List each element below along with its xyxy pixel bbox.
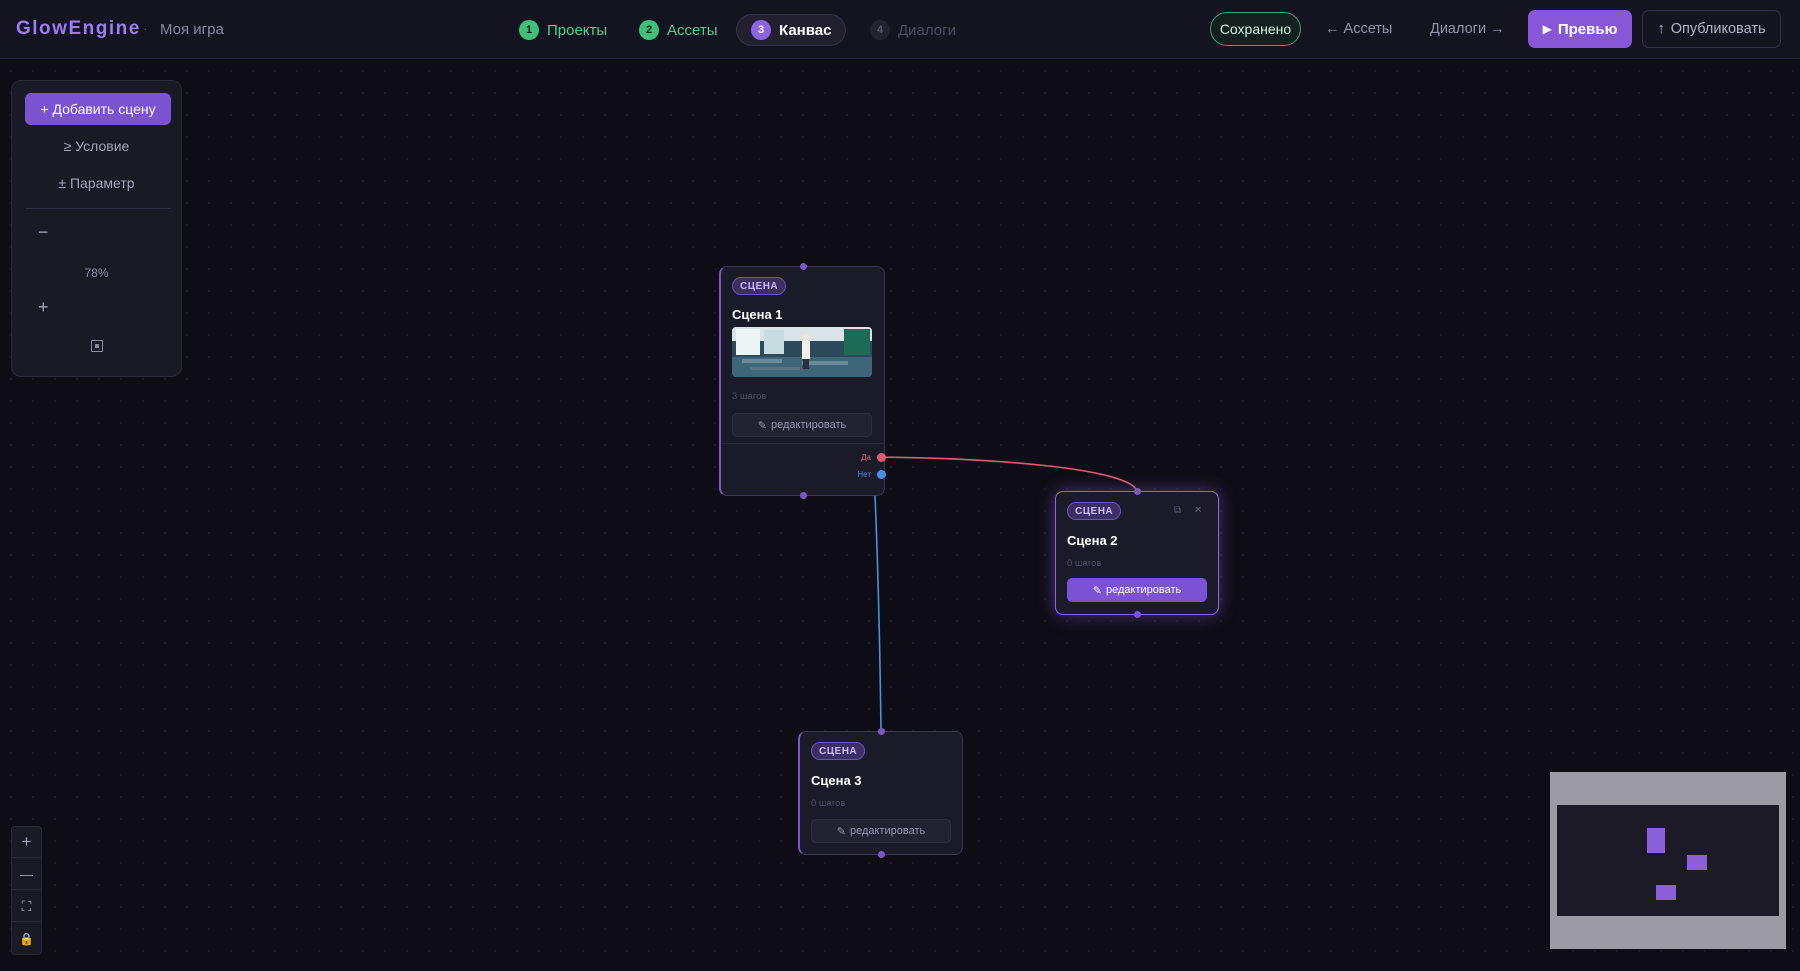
scene-steps-count: 0 шагов: [811, 798, 846, 809]
scene-thumbnail: [732, 327, 872, 377]
zoom-out-button[interactable]: —: [12, 859, 41, 890]
zoom-in-button[interactable]: +: [12, 827, 41, 858]
minimap-node: [1656, 885, 1676, 900]
output-port[interactable]: [800, 492, 807, 499]
preview-label: Превью: [1557, 20, 1618, 38]
edit-scene-button[interactable]: ✎ редактировать: [811, 819, 951, 843]
edit-label: редактировать: [849, 825, 926, 837]
step-label: Проекты: [547, 21, 608, 39]
scene-badge: СЦЕНА: [732, 277, 787, 295]
step-number: 3: [751, 20, 771, 40]
scene-steps-count: 3 шагов: [732, 391, 767, 402]
next-to-dialogs-link[interactable]: Диалоги →: [1430, 21, 1505, 37]
upload-icon: ↑: [1657, 21, 1665, 37]
edit-scene-button[interactable]: ✎ редактировать: [1067, 578, 1207, 602]
step-label: Канвас: [779, 21, 832, 39]
copy-icon[interactable]: ⧉: [1174, 505, 1181, 516]
step-projects[interactable]: 1 Проекты: [505, 14, 621, 46]
output-yes[interactable]: Да: [861, 453, 886, 462]
step-dialogs: 4 Диалоги: [856, 14, 970, 46]
step-label: Ассеты: [667, 21, 718, 39]
node-divider: [721, 443, 885, 444]
scene-node-2[interactable]: СЦЕНА ⧉ ✕ Сцена 2 0 шагов ✎ редактироват…: [1055, 488, 1219, 618]
input-port[interactable]: [878, 728, 885, 735]
step-label: Диалоги: [898, 21, 956, 39]
canvas-controls: + — ⛶ 🔒: [11, 826, 42, 955]
output-yes-label: Да: [861, 453, 871, 462]
scene-title: Сцена 2: [1067, 533, 1118, 548]
brand-logo[interactable]: GlowEngine: [16, 18, 141, 40]
add-scene-button[interactable]: + Добавить сцену: [25, 93, 171, 125]
pencil-icon: ✎: [757, 419, 767, 432]
zoom-level: 78%: [84, 266, 109, 280]
pencil-icon: ✎: [836, 825, 846, 838]
add-parameter-button[interactable]: ± Параметр: [12, 175, 181, 191]
output-yes-port[interactable]: [877, 453, 886, 462]
scene-badge: СЦЕНА: [811, 742, 866, 760]
step-assets[interactable]: 2 Ассеты: [625, 14, 732, 46]
brand-separator: ·: [143, 20, 148, 36]
scene-title: Сцена 3: [811, 773, 862, 788]
step-number: 1: [519, 20, 539, 40]
input-port[interactable]: [800, 263, 807, 270]
scene-steps-count: 0 шагов: [1067, 558, 1102, 569]
output-no[interactable]: Нет: [857, 470, 886, 479]
minimap[interactable]: [1550, 772, 1786, 949]
input-port[interactable]: [1134, 488, 1141, 495]
tool-panel: + Добавить сцену ≥ Условие ± Параметр − …: [11, 80, 182, 377]
output-no-label: Нет: [857, 470, 871, 479]
step-canvas[interactable]: 3 Канвас: [736, 14, 847, 46]
top-bar: GlowEngine · Моя игра 1 Проекты 2 Ассеты…: [0, 0, 1800, 59]
minimap-node: [1687, 855, 1707, 870]
edit-label: редактировать: [1105, 584, 1182, 596]
fit-view-icon[interactable]: ⛶: [12, 891, 41, 922]
edit-label: редактировать: [770, 419, 847, 431]
lock-icon[interactable]: 🔒: [12, 923, 41, 954]
scene-title: Сцена 1: [732, 307, 783, 322]
close-icon[interactable]: ✕: [1194, 505, 1202, 516]
project-name: Моя игра: [160, 21, 224, 38]
back-to-assets-link[interactable]: ← Ассеты: [1325, 21, 1392, 37]
publish-button[interactable]: ↑ Опубликовать: [1642, 10, 1781, 48]
saved-status-badge: Сохранено: [1210, 12, 1301, 46]
output-port[interactable]: [878, 851, 885, 858]
minimap-node: [1647, 828, 1665, 853]
preview-button[interactable]: ▶ Превью: [1528, 10, 1632, 48]
output-no-port[interactable]: [877, 470, 886, 479]
step-number: 2: [639, 20, 659, 40]
scene-node-3[interactable]: СЦЕНА Сцена 3 0 шагов ✎ редактировать: [798, 728, 963, 858]
publish-label: Опубликовать: [1670, 21, 1766, 37]
play-icon: ▶: [1542, 22, 1552, 36]
zoom-in-button[interactable]: +: [38, 297, 49, 318]
output-port[interactable]: [1134, 611, 1141, 618]
minimap-viewport[interactable]: [1557, 805, 1779, 916]
classroom-image: [732, 327, 872, 377]
add-condition-button[interactable]: ≥ Условие: [12, 138, 181, 154]
pencil-icon: ✎: [1092, 584, 1102, 597]
edit-scene-button[interactable]: ✎ редактировать: [732, 413, 872, 437]
scene-node-1[interactable]: СЦЕНА Сцена 1 3 шагов ✎ редактировать Да…: [719, 263, 886, 499]
zoom-out-button[interactable]: −: [38, 222, 49, 243]
tool-divider: [25, 208, 171, 209]
fit-view-icon[interactable]: [91, 340, 103, 352]
step-number: 4: [870, 20, 890, 40]
scene-badge: СЦЕНА: [1067, 502, 1122, 520]
